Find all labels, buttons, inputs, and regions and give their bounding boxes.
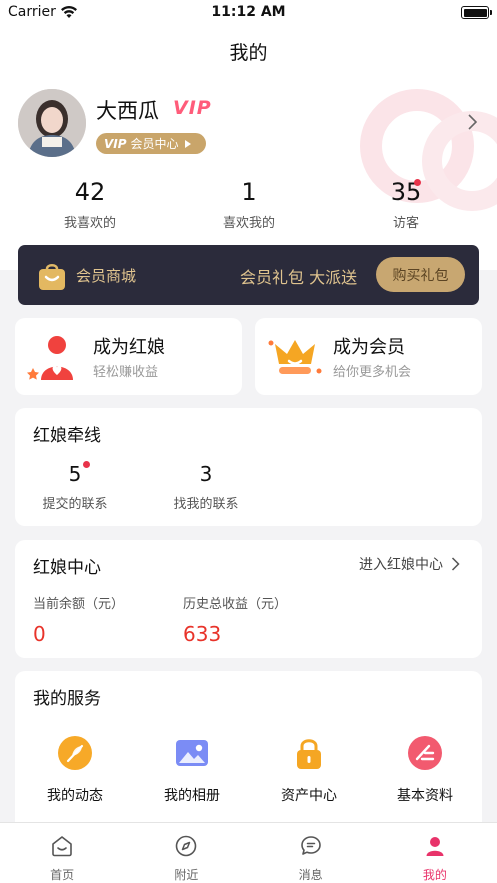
service-my-posts[interactable]: 我的动态 (25, 735, 125, 805)
earnings-value: 633 (183, 622, 222, 646)
battery-icon (461, 6, 492, 19)
service-my-album[interactable]: 我的相册 (142, 735, 242, 805)
vip-shop-label: 会员商城 (76, 267, 137, 285)
section-title: 我的服务 (33, 689, 101, 709)
promo-card-title: 成为红娘 (93, 337, 165, 358)
photo-album-icon (176, 740, 208, 766)
tab-label: 消息 (298, 868, 323, 882)
play-arrow-icon (184, 139, 191, 148)
page-title: 我的 (229, 42, 268, 64)
promo-card-title: 成为会员 (333, 337, 405, 358)
stat-label: 找我的联系 (173, 497, 239, 512)
feather-icon (58, 736, 92, 770)
stat-label: 访客 (392, 216, 419, 231)
shopping-bag-icon (39, 264, 65, 290)
tab-nearby[interactable]: 附近 (124, 823, 248, 883)
stat-label: 喜欢我的 (222, 216, 275, 231)
tab-label: 首页 (50, 868, 75, 882)
stat-likes-me[interactable]: 1 喜欢我的 (189, 178, 309, 231)
service-label: 资产中心 (281, 788, 337, 804)
status-bar: Carrier 11:12 AM (0, 0, 497, 26)
profile-header: 我的 大西瓜 VIP VIP 会员中心 42 我喜欢的 1 喜欢我的 35 访客 (0, 26, 497, 270)
buy-gift-button[interactable]: 购买礼包 (376, 257, 465, 292)
balance-value: 0 (33, 622, 46, 646)
tab-messages[interactable]: 消息 (249, 823, 373, 883)
stat-value: 35 (390, 178, 422, 206)
username: 大西瓜 (96, 99, 159, 123)
section-title: 红娘牵线 (33, 426, 101, 446)
tab-label: 附近 (174, 868, 199, 882)
edit-profile-icon (408, 736, 442, 770)
avatar-photo (18, 89, 86, 157)
promo-card-subtitle: 给你更多机会 (333, 365, 412, 380)
service-basic-profile[interactable]: 基本资料 (375, 735, 475, 805)
lock-icon (297, 739, 321, 769)
tab-home[interactable]: 首页 (0, 823, 124, 883)
notification-dot (414, 179, 421, 186)
profile-icon (426, 837, 444, 856)
section-title: 红娘中心 (33, 558, 101, 578)
stat-label: 我喜欢的 (63, 216, 116, 231)
promo-text: 会员礼包 大派送 (240, 268, 358, 287)
vip-center-badge: VIP (104, 136, 127, 151)
stat-value: 3 (199, 462, 213, 486)
balance-label: 当前余额（元） (33, 597, 125, 612)
service-label: 我的动态 (47, 788, 103, 804)
clock: 11:12 AM (211, 4, 286, 20)
earnings-label: 历史总收益（元） (183, 597, 288, 612)
service-label: 我的相册 (164, 788, 220, 804)
tab-bar: 首页 附近 消息 我的 (0, 822, 497, 883)
crown-icon (268, 340, 322, 374)
enter-matchmaker-center-link[interactable]: 进入红娘中心 (359, 554, 460, 574)
compass-icon (176, 835, 197, 857)
stat-i-like[interactable]: 42 我喜欢的 (30, 178, 150, 231)
chevron-right-icon (451, 557, 460, 571)
submitted-contacts[interactable]: 5 提交的联系 (25, 461, 125, 512)
tab-label: 我的 (422, 868, 447, 882)
stat-label: 提交的联系 (42, 497, 108, 512)
avatar[interactable] (18, 89, 86, 157)
stat-value: 1 (241, 178, 257, 206)
become-vip-card[interactable]: 成为会员 给你更多机会 (255, 318, 482, 395)
vip-badge: VIP (173, 97, 212, 119)
become-matchmaker-card[interactable]: 成为红娘 轻松赚收益 (15, 318, 242, 395)
stat-value: 42 (74, 178, 106, 206)
service-label: 基本资料 (397, 788, 453, 804)
vip-center-button[interactable]: VIP 会员中心 (96, 133, 206, 154)
chevron-right-icon[interactable] (467, 114, 477, 130)
matchmaker-links-card: 红娘牵线 5 提交的联系 3 找我的联系 (15, 408, 482, 526)
matchmaker-icon (27, 336, 73, 380)
notification-dot (83, 461, 90, 468)
vip-center-label: 会员中心 (130, 137, 179, 151)
home-icon (52, 836, 72, 857)
promo-card-subtitle: 轻松赚收益 (93, 365, 159, 380)
stat-value: 5 (68, 462, 82, 486)
service-asset-center[interactable]: 资产中心 (259, 735, 359, 805)
vip-shop-banner[interactable]: 会员商城 会员礼包 大派送 购买礼包 (18, 245, 479, 305)
message-icon (300, 836, 321, 855)
contacts-to-me[interactable]: 3 找我的联系 (156, 462, 256, 512)
tab-me[interactable]: 我的 (373, 823, 497, 883)
link-label: 进入红娘中心 (359, 557, 443, 573)
stat-visitors[interactable]: 35 访客 (346, 178, 466, 231)
matchmaker-center-card: 红娘中心 进入红娘中心 当前余额（元） 0 历史总收益（元） 633 (15, 540, 482, 658)
